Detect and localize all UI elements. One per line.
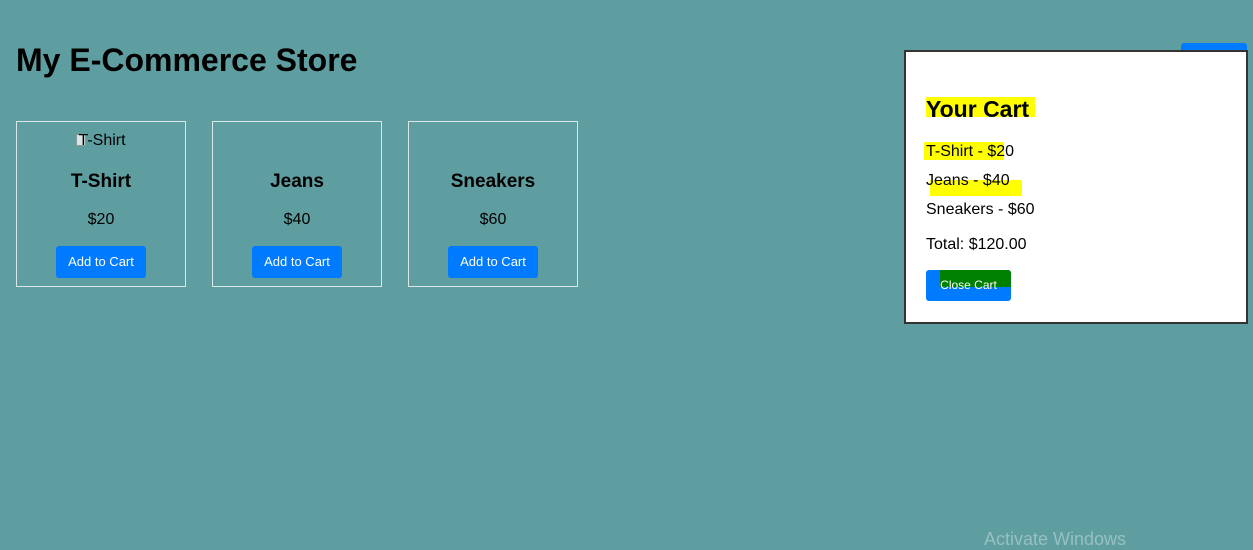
product-name: Jeans (270, 171, 324, 192)
add-to-cart-button[interactable]: Add to Cart (448, 246, 538, 278)
activate-windows-watermark: Activate Windows (984, 529, 1127, 549)
cart-panel: Your Cart T-Shirt - $20 Jeans - $40 Snea… (904, 50, 1248, 324)
product-card-sneakers: Sneakers $60 Add to Cart (408, 121, 578, 287)
close-cart-button[interactable]: Close Cart (926, 270, 1011, 301)
product-price: $60 (479, 211, 507, 228)
image-alt-text: T-Shirt (78, 132, 126, 149)
product-image: T-Shirt (17, 132, 185, 150)
product-price: $40 (283, 211, 311, 228)
cart-title: Your Cart (926, 95, 1036, 123)
add-to-cart-button[interactable]: Add to Cart (56, 246, 146, 278)
cart-total: Total: $120.00 (926, 236, 1027, 253)
product-card-tshirt: T-Shirt T-Shirt $20 Add to Cart (16, 121, 186, 287)
add-to-cart-button[interactable]: Add to Cart (252, 246, 342, 278)
page-title: My E-Commerce Store (16, 42, 358, 78)
cart-item: Jeans - $40 (926, 172, 1010, 189)
cart-item: Sneakers - $60 (926, 201, 1035, 218)
product-list: T-Shirt T-Shirt $20 Add to Cart Jeans $4… (16, 121, 578, 287)
product-card-jeans: Jeans $40 Add to Cart (212, 121, 382, 287)
close-cart-label: Close Cart (940, 278, 997, 292)
product-price: $20 (87, 211, 115, 228)
product-name: Sneakers (450, 171, 536, 192)
cart-item: T-Shirt - $20 (926, 143, 1015, 160)
product-name: T-Shirt (70, 171, 132, 192)
